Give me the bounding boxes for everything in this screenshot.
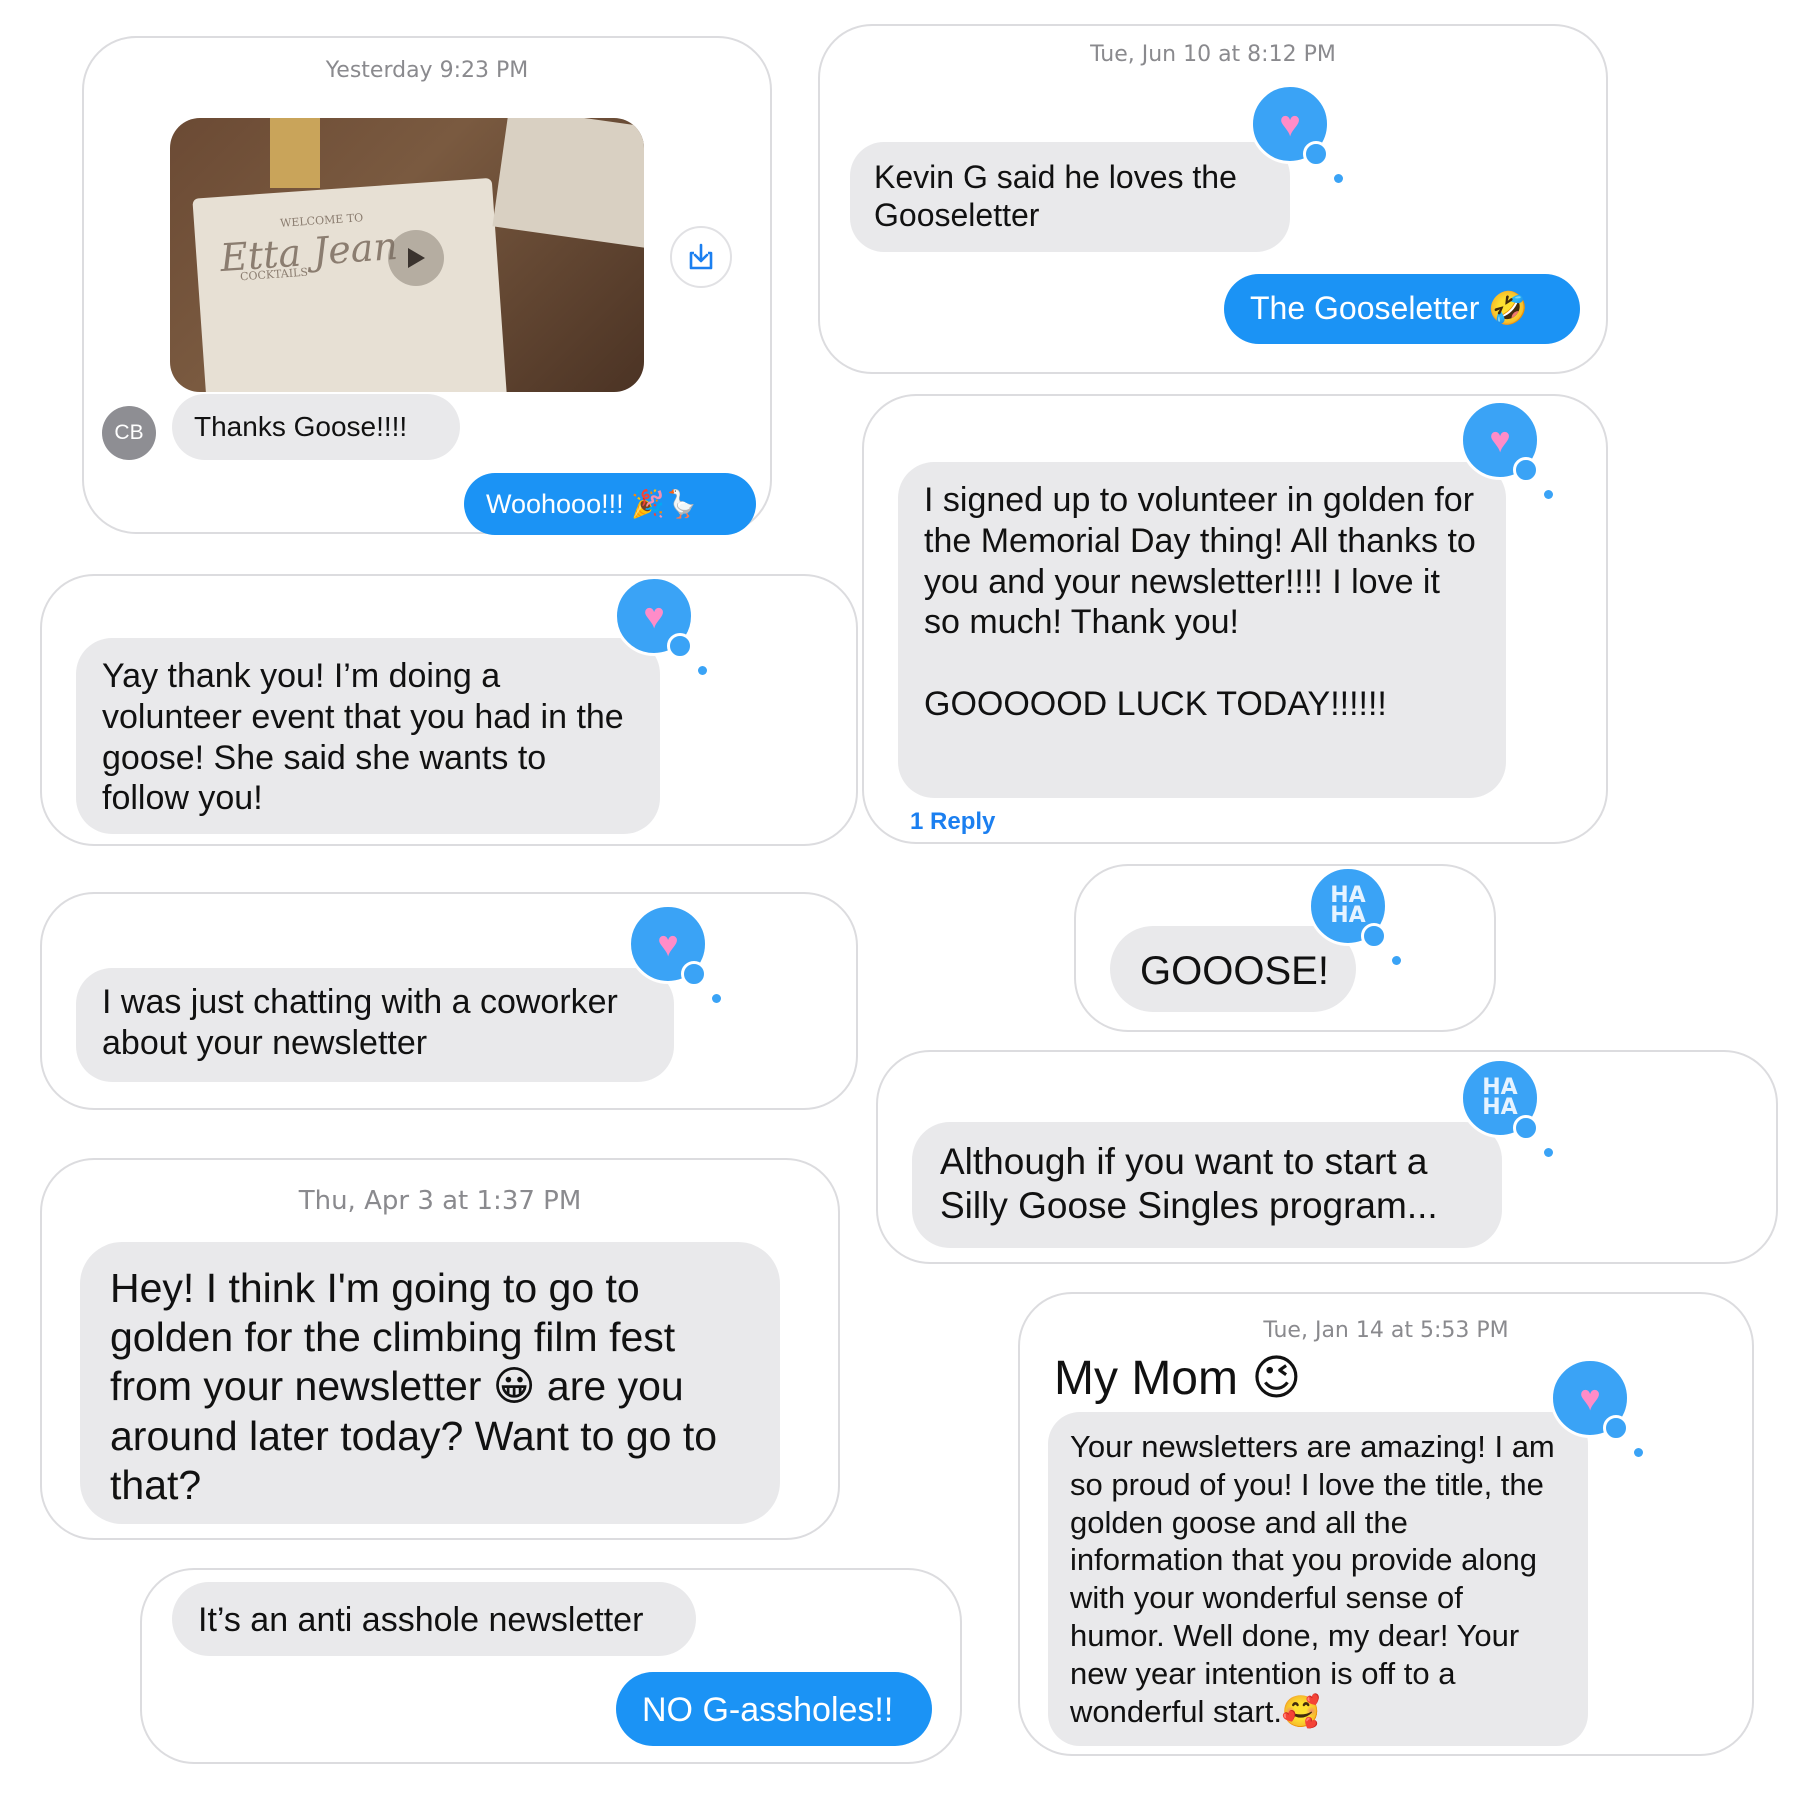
timestamp: Thu, Apr 3 at 1:37 PM <box>298 1186 582 1216</box>
play-icon[interactable] <box>388 230 444 286</box>
message-paragraph: GOOOOOD LUCK TODAY!!!!!! <box>924 685 1387 724</box>
message-card-singles: Although if you want to start a Silly Go… <box>876 1050 1778 1264</box>
heart-icon[interactable]: ♥ <box>614 576 707 675</box>
timestamp: Yesterday 9:23 PM <box>325 58 529 83</box>
heart-icon[interactable]: ♥ <box>1550 1358 1643 1457</box>
message-card-coworker: I was just chatting with a coworker abou… <box>40 892 858 1110</box>
message-card-gooose: GOOOSE! HA HA <box>1074 864 1496 1032</box>
message-card-mom: Tue, Jan 14 at 5:53 PM My Mom 😉 Your new… <box>1018 1292 1754 1756</box>
received-bubble[interactable]: I was just chatting with a coworker abou… <box>68 968 674 1082</box>
received-bubble[interactable]: Thanks Goose!!!! <box>164 394 460 460</box>
message-card-antiasshole: It’s an anti asshole newsletter NO G-ass… <box>140 1568 962 1764</box>
video-thumbnail[interactable]: WELCOME TO Etta Jean COCKTAILS <box>170 118 644 392</box>
sent-bubble[interactable]: The Gooseletter 🤣 <box>1224 274 1580 344</box>
received-bubble[interactable]: Your newsletters are amazing! I am so pr… <box>1040 1412 1588 1746</box>
timestamp: Tue, Jan 14 at 5:53 PM <box>1263 1318 1509 1343</box>
received-bubble[interactable]: Yay thank you! I’m doing a volunteer eve… <box>68 638 660 834</box>
contact-heading: My Mom 😉 <box>1054 1352 1302 1405</box>
received-bubble[interactable]: It’s an anti asshole newsletter <box>164 1582 696 1656</box>
avatar-initials: CB <box>114 421 144 444</box>
received-bubble[interactable]: Hey! I think I'm going to go to golden f… <box>72 1242 780 1524</box>
message-card-volunteer: Yay thank you! I’m doing a volunteer eve… <box>40 574 858 846</box>
heart-icon[interactable]: ♥ <box>628 904 721 1003</box>
reply-link[interactable]: 1 Reply <box>910 808 995 836</box>
timestamp: Tue, Jun 10 at 8:12 PM <box>1090 42 1336 67</box>
received-bubble[interactable]: Although if you want to start a Silly Go… <box>904 1122 1502 1248</box>
heart-icon[interactable]: ♥ <box>1460 400 1553 499</box>
received-bubble[interactable]: Kevin G said he loves the Gooseletter <box>842 142 1290 252</box>
heart-icon[interactable]: ♥ <box>1250 84 1343 183</box>
sent-bubble[interactable]: NO G-assholes!! <box>616 1672 932 1746</box>
received-bubble[interactable]: GOOOSE! <box>1102 926 1356 1012</box>
message-card-video: Yesterday 9:23 PM WELCOME TO Etta Jean C… <box>82 36 772 535</box>
message-card-golden: I signed up to volunteer in golden for t… <box>862 394 1608 844</box>
sent-bubble[interactable]: Woohooo!!! 🎉🪿 <box>464 473 756 535</box>
message-paragraph: I signed up to volunteer in golden for t… <box>924 481 1476 642</box>
download-icon[interactable] <box>670 226 732 288</box>
avatar[interactable]: CB <box>102 406 156 460</box>
haha-icon[interactable]: HA HA <box>1308 866 1401 965</box>
haha-icon[interactable]: HA HA <box>1460 1058 1553 1157</box>
message-card-filmfest: Thu, Apr 3 at 1:37 PM Hey! I think I'm g… <box>40 1158 840 1540</box>
received-bubble[interactable]: I signed up to volunteer in golden for t… <box>890 462 1506 798</box>
message-card-kevin: Tue, Jun 10 at 8:12 PM Kevin G said he l… <box>818 24 1608 374</box>
